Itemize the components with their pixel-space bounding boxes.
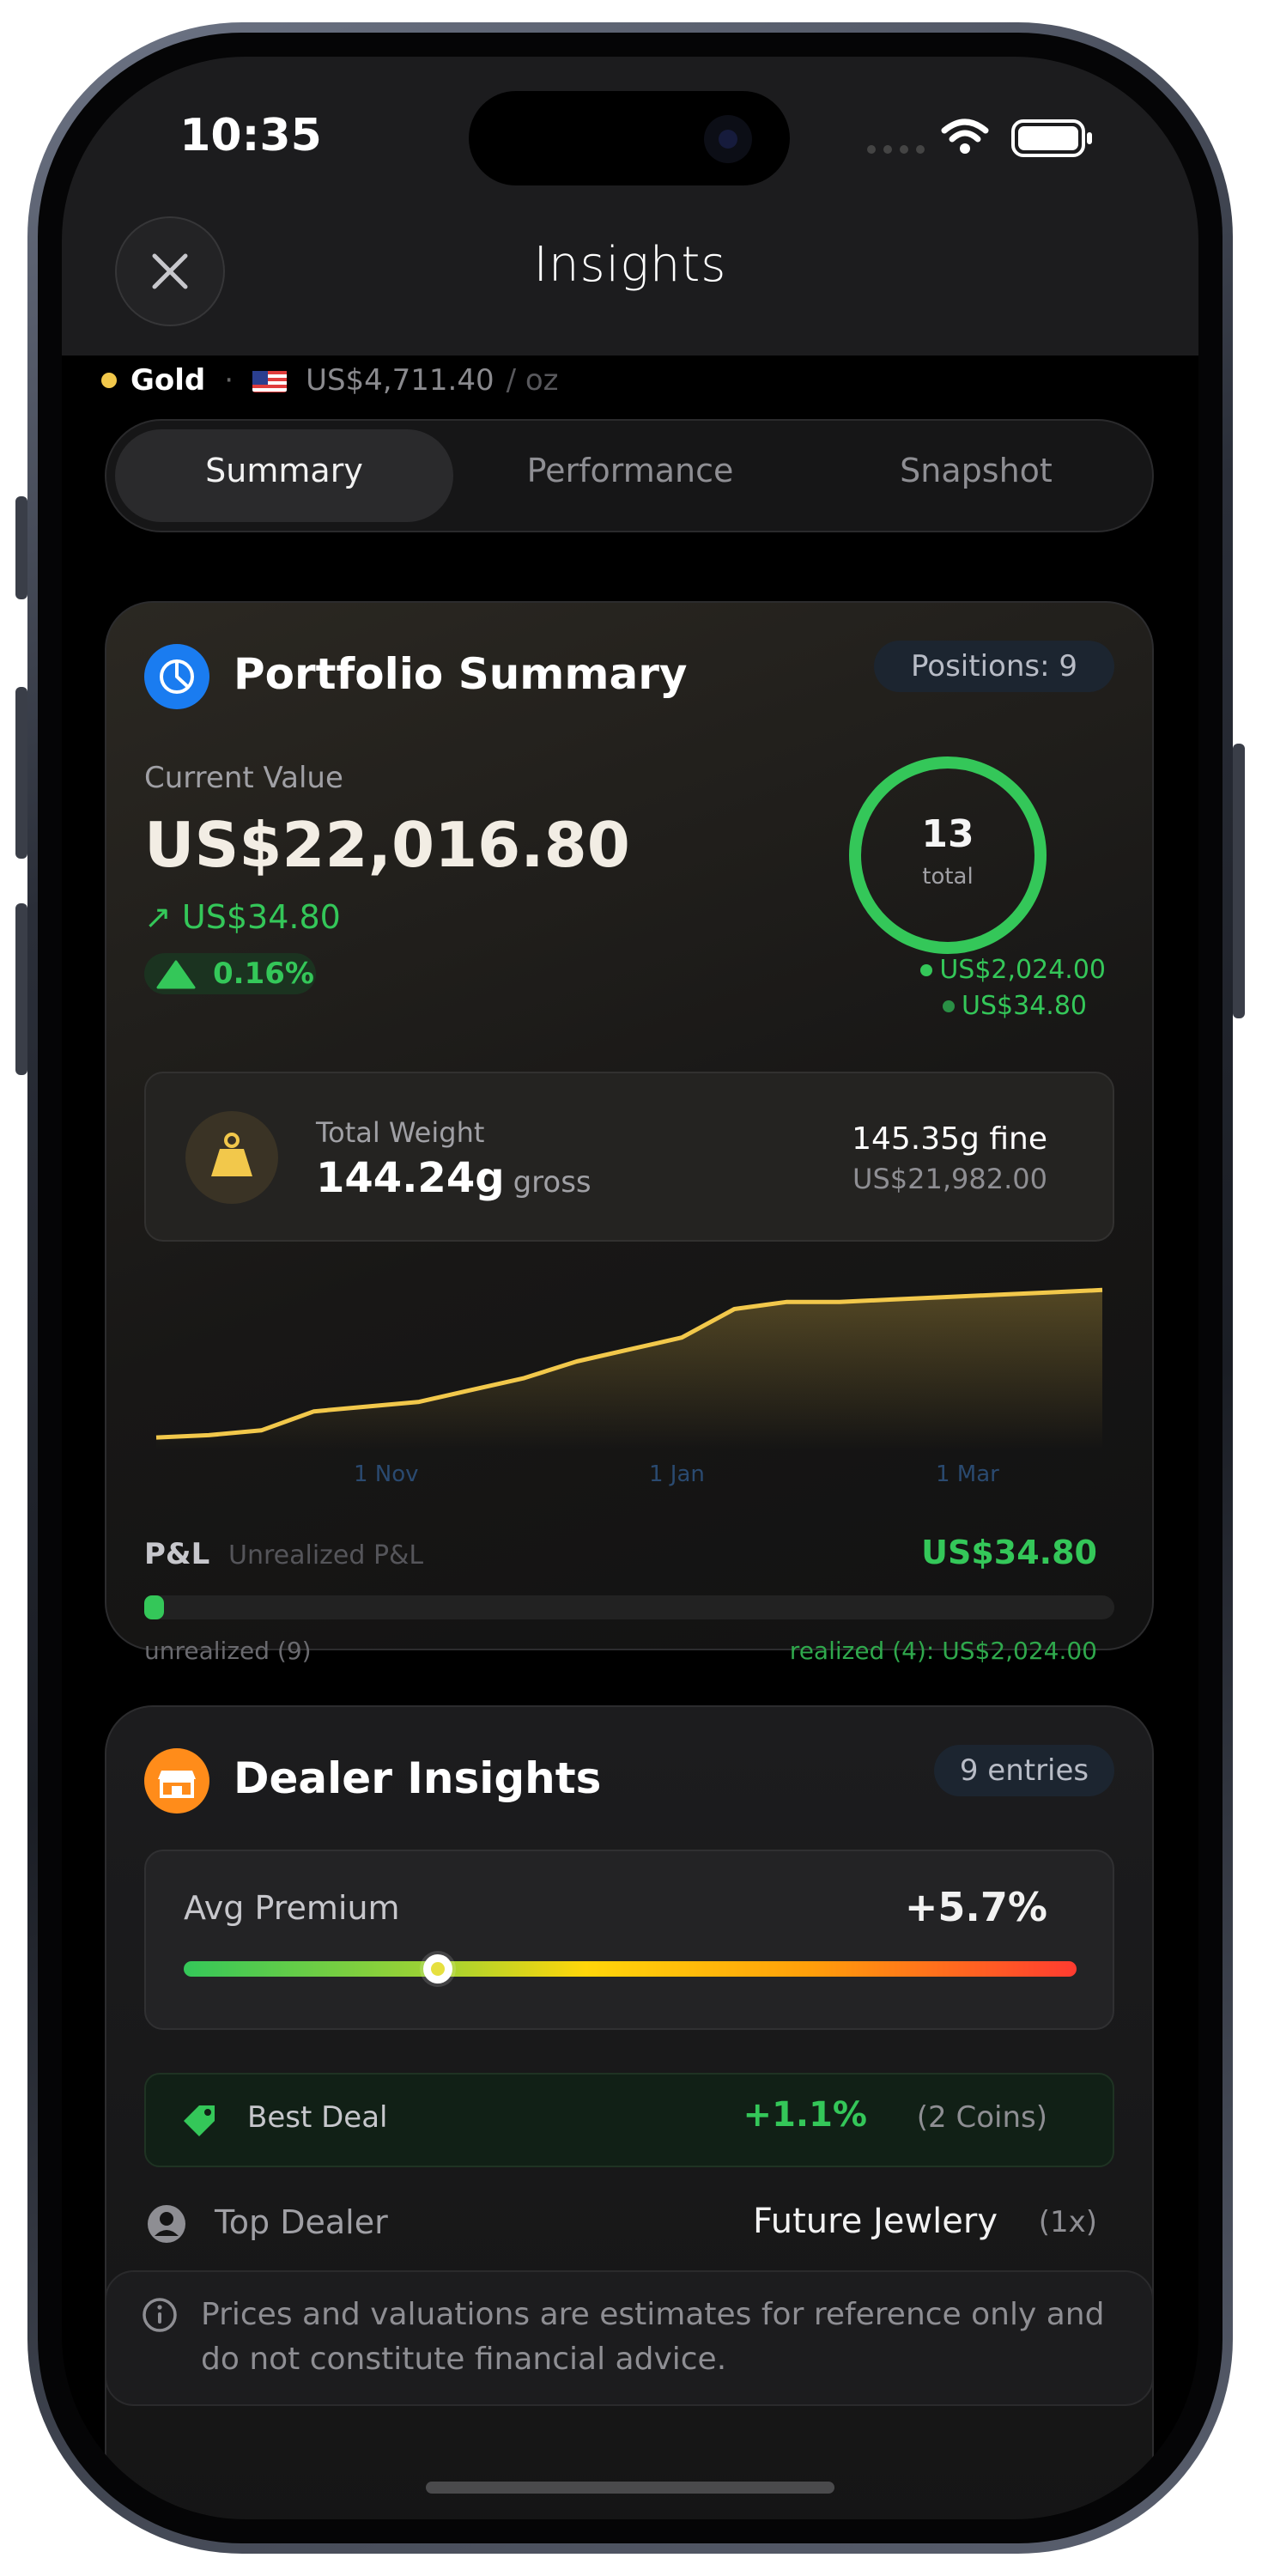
ring-realized-value: US$2,024.00 (939, 955, 1106, 985)
camera-lens (719, 130, 737, 149)
home-indicator[interactable] (426, 2482, 834, 2494)
positions-badge: Positions: 9 (874, 641, 1114, 692)
dealer-insights-title: Dealer Insights (234, 1753, 602, 1803)
us-flag-icon (252, 368, 288, 392)
gross-weight: 144.24g (316, 1154, 505, 1202)
total-weight-label: Total Weight (316, 1116, 485, 1149)
signal-dots-icon (867, 145, 925, 154)
ring-total-count: 13 (921, 812, 974, 856)
page-title: Insights (533, 237, 727, 293)
pl-value: US$34.80 (921, 1534, 1097, 1571)
avg-premium-value: +5.7% (904, 1884, 1047, 1930)
volume-down-button (15, 903, 27, 1075)
total-weight-box (144, 1072, 1114, 1242)
separator-dot: · (224, 363, 234, 398)
battery-icon (1011, 119, 1092, 157)
pl-unrealized-label: unrealized (9) (144, 1637, 312, 1665)
volume-up-button (15, 687, 27, 859)
pie-chart-icon (144, 644, 209, 709)
avg-premium-label: Avg Premium (184, 1889, 400, 1927)
gross-unit: gross (513, 1165, 592, 1200)
ring-realized-line: US$2,024.00 (920, 955, 1106, 985)
ring-unrealized-value: US$34.80 (962, 991, 1087, 1021)
value-trend-chart (155, 1287, 1103, 1449)
metal-name: Gold (130, 363, 206, 398)
close-button[interactable] (115, 216, 225, 326)
info-icon (143, 2298, 177, 2332)
person-icon (148, 2205, 185, 2243)
tab-snapshot[interactable]: Snapshot (807, 452, 1145, 500)
best-deal-percent: +1.1% (743, 2095, 867, 2135)
x-tick-label: 1 Jan (649, 1461, 705, 1487)
price-unit: / oz (506, 363, 559, 398)
avg-premium-box (144, 1850, 1114, 2030)
store-icon (144, 1748, 209, 1814)
pl-realized-label: realized (4): US$2,024.00 (789, 1637, 1097, 1665)
tab-performance[interactable]: Performance (461, 452, 799, 500)
top-dealer-label: Top Dealer (215, 2203, 388, 2241)
trend-area (156, 1290, 1102, 1449)
change-percent: 0.16% (213, 957, 314, 991)
x-tick-label: 1 Nov (354, 1461, 419, 1487)
disclaimer-text: Prices and valuations are estimates for … (201, 2297, 1105, 2377)
gold-dot-icon (101, 373, 117, 388)
pl-progress-fill (144, 1595, 164, 1619)
top-dealer-count: (1x) (1038, 2205, 1097, 2239)
top-dealer-name: Future Jewlery (752, 2202, 998, 2241)
pl-sub-label: Unrealized P&L (228, 1540, 424, 1571)
status-time: 10:35 (179, 110, 322, 161)
portfolio-summary-title: Portfolio Summary (234, 649, 688, 699)
triangle-up-icon (156, 960, 196, 989)
power-button (1233, 744, 1245, 1018)
best-deal-label: Best Deal (247, 2100, 388, 2135)
gold-price-ticker: Gold · US$4,711.40 / oz (101, 359, 559, 402)
x-tick-label: 1 Mar (936, 1461, 999, 1487)
weight-icon (185, 1111, 278, 1204)
legend-dot (920, 963, 933, 976)
premium-gradient-bar (184, 1961, 1077, 1977)
pl-label: P&L (144, 1537, 210, 1571)
tag-icon (184, 2105, 215, 2136)
screen: 10:35 Insights Gold · US$4,711.40 / oz S… (62, 57, 1198, 2519)
close-icon (152, 253, 188, 289)
fine-weight: 145.35g fine (852, 1121, 1047, 1157)
ring-unrealized-line: US$34.80 (943, 991, 1087, 1021)
current-value-label: Current Value (144, 761, 343, 795)
legend-dot (943, 999, 956, 1012)
entries-badge: 9 entries (934, 1745, 1114, 1796)
total-weight-value: 144.24g gross (316, 1154, 592, 1202)
value-change-amount: ↗ US$34.80 (144, 898, 341, 936)
fine-weight-value: US$21,982.00 (852, 1163, 1047, 1195)
best-deal-coins: (2 Coins) (916, 2100, 1047, 2135)
pl-progress-track (144, 1595, 1114, 1619)
tab-summary[interactable]: Summary (115, 452, 453, 500)
current-value: US$22,016.80 (144, 809, 630, 881)
action-button (15, 496, 27, 599)
gold-spot-price: US$4,711.40 (306, 363, 494, 398)
wifi-icon (941, 118, 989, 154)
ring-total-label: total (922, 864, 974, 890)
